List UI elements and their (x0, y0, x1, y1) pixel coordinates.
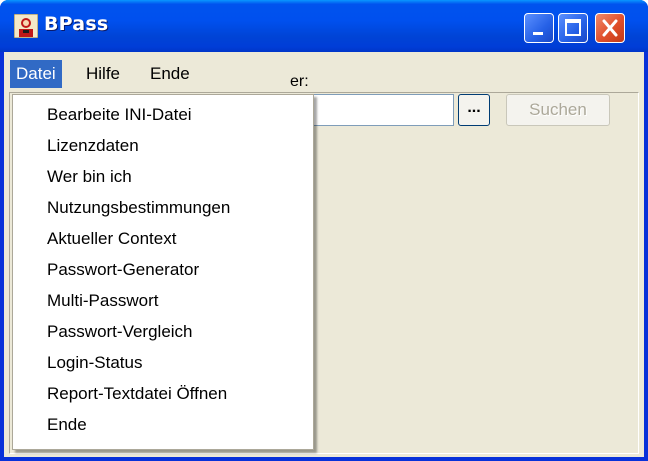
menu-item-login-status[interactable]: Login-Status (13, 348, 313, 378)
menu-item-ende[interactable]: Ende (13, 410, 313, 440)
minimize-icon (533, 32, 543, 35)
path-input[interactable] (290, 94, 454, 126)
menu-item-passwort-vergleich[interactable]: Passwort-Vergleich (13, 317, 313, 347)
menu-item-bearbeite-ini[interactable]: Bearbeite INI-Datei (13, 100, 313, 130)
close-icon (602, 19, 618, 37)
menu-item-wer-bin-ich[interactable]: Wer bin ich (13, 162, 313, 192)
menu-item-passwort-generator[interactable]: Passwort-Generator (13, 255, 313, 285)
window-title: BPass (44, 13, 109, 35)
maximize-button[interactable] (558, 13, 588, 43)
browse-button[interactable]: ... (458, 94, 490, 126)
menu-ende[interactable]: Ende (144, 60, 196, 88)
menu-item-multi-passwort[interactable]: Multi-Passwort (13, 286, 313, 316)
minimize-button[interactable] (524, 13, 554, 43)
menu-item-nutzungsbestimmungen[interactable]: Nutzungsbestimmungen (13, 193, 313, 223)
menu-item-lizenzdaten[interactable]: Lizenzdaten (13, 131, 313, 161)
title-bar[interactable]: BPass (0, 0, 648, 52)
menu-hilfe[interactable]: Hilfe (80, 60, 126, 88)
datei-dropdown-menu: Bearbeite INI-Datei Lizenzdaten Wer bin … (12, 94, 314, 450)
app-window: BPass Datei Hilfe Ende er: ... Suchen Be… (0, 0, 648, 461)
close-button[interactable] (595, 13, 625, 43)
menu-datei[interactable]: Datei (10, 60, 62, 88)
maximize-icon (565, 19, 581, 36)
folder-label: er: (290, 73, 309, 90)
search-button[interactable]: Suchen (506, 94, 610, 126)
menu-item-aktueller-context[interactable]: Aktueller Context (13, 224, 313, 254)
user-keyring-icon[interactable] (13, 13, 39, 39)
menu-item-report-textdatei[interactable]: Report-Textdatei Öffnen (13, 379, 313, 409)
